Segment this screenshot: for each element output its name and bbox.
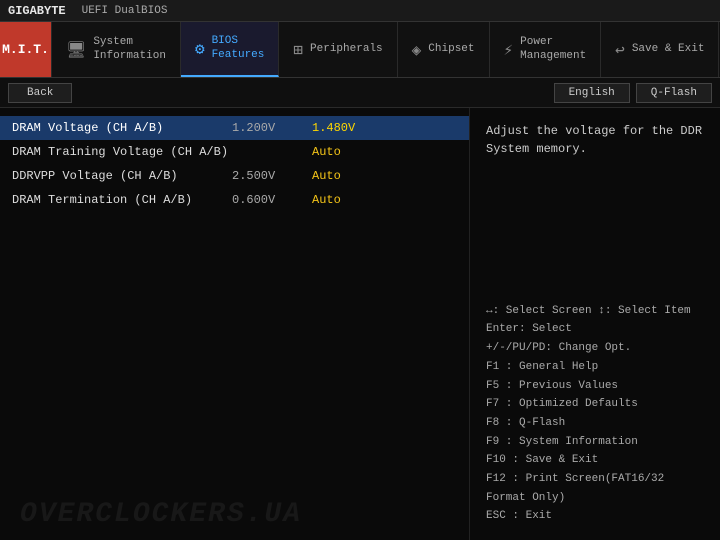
titlebar: GIGABYTE UEFI DualBIOS <box>0 0 720 22</box>
main-content: DRAM Voltage (CH A/B)1.200V1.480VDRAM Tr… <box>0 108 720 540</box>
setting-default-value: 0.600V <box>232 193 312 207</box>
system-information-icon: 🖥 <box>66 40 86 60</box>
nav-item-bios-features[interactable]: ⚙ BIOS Features <box>181 22 279 77</box>
back-button[interactable]: Back <box>8 83 72 103</box>
setting-name: DRAM Voltage (CH A/B) <box>12 121 232 135</box>
chipset-icon: ◈ <box>412 40 422 60</box>
setting-default-value: 1.200V <box>232 121 312 135</box>
setting-row[interactable]: DRAM Training Voltage (CH A/B) Auto <box>0 140 469 164</box>
mit-label: M.I.T. <box>2 42 49 57</box>
setting-row[interactable]: DRAM Termination (CH A/B)0.600VAuto <box>0 188 469 212</box>
help-line: F10 : Save & Exit <box>486 451 704 470</box>
chipset-label: Chipset <box>428 43 474 56</box>
nav-item-save-exit[interactable]: ↩ Save & Exit <box>601 22 719 77</box>
right-panel: Adjust the voltage for the DDR System me… <box>470 108 720 540</box>
qflash-button[interactable]: Q-Flash <box>636 83 712 103</box>
save-exit-icon: ↩ <box>615 40 625 60</box>
setting-current-value: Auto <box>312 169 457 183</box>
bios-features-icon: ⚙ <box>195 39 205 59</box>
nav-item-chipset[interactable]: ◈ Chipset <box>398 22 490 77</box>
description-box: Adjust the voltage for the DDR System me… <box>486 122 704 158</box>
help-line: ESC : Exit <box>486 507 704 526</box>
nav-item-peripherals[interactable]: ⊞ Peripherals <box>279 22 397 77</box>
brand-logo: GIGABYTE <box>8 4 66 18</box>
app-name: UEFI DualBIOS <box>82 5 168 17</box>
help-line: F8 : Q-Flash <box>486 414 704 433</box>
setting-name: DRAM Training Voltage (CH A/B) <box>12 145 232 159</box>
setting-row[interactable]: DDRVPP Voltage (CH A/B)2.500VAuto <box>0 164 469 188</box>
setting-current-value: 1.480V <box>312 121 457 135</box>
mit-button[interactable]: M.I.T. <box>0 22 52 77</box>
setting-current-value: Auto <box>312 145 457 159</box>
help-section: ↔: Select Screen ↕: Select ItemEnter: Se… <box>486 302 704 526</box>
help-line: F9 : System Information <box>486 433 704 452</box>
navbar: M.I.T. 🖥 System Information ⚙ BIOS Features… <box>0 22 720 78</box>
setting-default-value: 2.500V <box>232 169 312 183</box>
power-management-label: Power Management <box>520 36 586 62</box>
nav-item-system-information[interactable]: 🖥 System Information <box>52 22 181 77</box>
power-management-icon: ⚡ <box>504 40 514 60</box>
setting-name: DRAM Termination (CH A/B) <box>12 193 232 207</box>
nav-item-power-management[interactable]: ⚡ Power Management <box>490 22 602 77</box>
save-exit-label: Save & Exit <box>632 43 705 56</box>
bios-features-label: BIOS Features <box>212 35 265 61</box>
help-line: F12 : Print Screen(FAT16/32 Format Only) <box>486 470 704 507</box>
help-line: F7 : Optimized Defaults <box>486 395 704 414</box>
language-button[interactable]: English <box>554 83 630 103</box>
help-line: ↔: Select Screen ↕: Select Item <box>486 302 704 321</box>
settings-panel: DRAM Voltage (CH A/B)1.200V1.480VDRAM Tr… <box>0 108 470 540</box>
toolbar-right: English Q-Flash <box>554 83 712 103</box>
peripherals-icon: ⊞ <box>293 40 303 60</box>
help-line: +/-/PU/PD: Change Opt. <box>486 339 704 358</box>
peripherals-label: Peripherals <box>310 43 383 56</box>
help-line: F5 : Previous Values <box>486 377 704 396</box>
toolbar: Back English Q-Flash <box>0 78 720 108</box>
help-line: F1 : General Help <box>486 358 704 377</box>
help-line: Enter: Select <box>486 320 704 339</box>
setting-name: DDRVPP Voltage (CH A/B) <box>12 169 232 183</box>
system-information-label: System Information <box>93 36 166 62</box>
setting-row[interactable]: DRAM Voltage (CH A/B)1.200V1.480V <box>0 116 469 140</box>
setting-current-value: Auto <box>312 193 457 207</box>
